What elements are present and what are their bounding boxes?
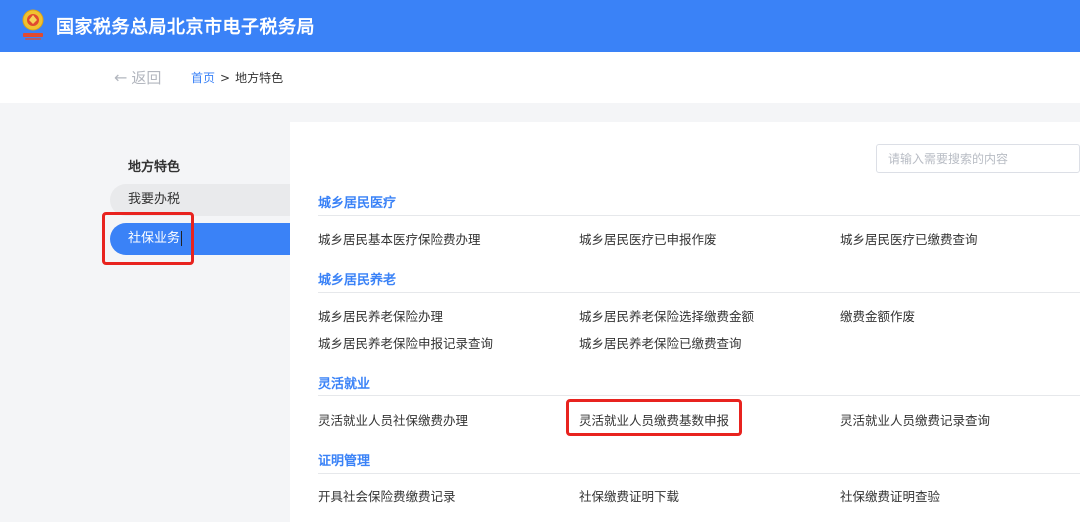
service-link[interactable]: 城乡居民养老保险选择缴费金额: [579, 306, 754, 325]
service-link[interactable]: 社保缴费证明查验: [840, 486, 940, 505]
sidebar-item-social-security[interactable]: 社保业务: [110, 223, 290, 255]
tax-emblem-icon: [22, 9, 44, 40]
sidebar-item-label: 社保业务: [128, 231, 181, 246]
section-divider: [318, 473, 1080, 474]
breadcrumb-home-link[interactable]: 首页: [191, 71, 215, 85]
section-divider: [318, 215, 1080, 216]
service-link[interactable]: 城乡居民医疗已申报作废: [579, 229, 717, 248]
service-link[interactable]: 城乡居民养老保险已缴费查询: [579, 333, 742, 352]
section-title: 灵活就业: [318, 377, 371, 392]
section-divider: [318, 395, 1080, 396]
section-title: 城乡居民医疗: [318, 196, 397, 211]
sidebar-item-tax[interactable]: 我要办税: [110, 184, 290, 216]
service-link[interactable]: 缴费金额作废: [840, 306, 915, 325]
section-title: 证明管理: [318, 454, 371, 469]
service-link[interactable]: 灵活就业人员缴费记录查询: [840, 410, 990, 429]
top-header: 国家税务总局北京市电子税务局: [0, 0, 1080, 52]
service-link[interactable]: 城乡居民养老保险申报记录查询: [318, 333, 493, 352]
service-link[interactable]: 城乡居民养老保险办理: [318, 306, 443, 325]
service-link[interactable]: 灵活就业人员社保缴费办理: [318, 410, 468, 429]
service-link[interactable]: 城乡居民基本医疗保险费办理: [318, 229, 481, 248]
service-link[interactable]: 开具社会保险费缴费记录: [318, 486, 456, 505]
back-label: 返回: [131, 69, 162, 87]
sidebar-item-label: 我要办税: [128, 192, 181, 207]
service-link[interactable]: 社保缴费证明下载: [579, 486, 679, 505]
text-caret: [181, 231, 183, 246]
section-title: 城乡居民养老: [318, 273, 397, 288]
service-link[interactable]: 城乡居民医疗已缴费查询: [840, 229, 978, 248]
search-input[interactable]: [876, 144, 1080, 173]
breadcrumb-separator: >: [220, 71, 231, 85]
breadcrumb-current: 地方特色: [235, 71, 284, 85]
back-button[interactable]: ← 返回: [114, 67, 161, 88]
breadcrumb-bar: ← 返回 首页 > 地方特色: [0, 52, 1080, 103]
arrow-left-icon: ←: [114, 68, 128, 87]
main-panel: 城乡居民医疗 城乡居民基本医疗保险费办理 城乡居民医疗已申报作废 城乡居民医疗已…: [290, 122, 1080, 522]
breadcrumb: 首页 > 地方特色: [191, 69, 283, 86]
sidebar-title: 地方特色: [128, 160, 181, 175]
section-divider: [318, 292, 1080, 293]
site-title: 国家税务总局北京市电子税务局: [56, 17, 315, 38]
service-link-highlighted[interactable]: 灵活就业人员缴费基数申报: [579, 410, 729, 429]
